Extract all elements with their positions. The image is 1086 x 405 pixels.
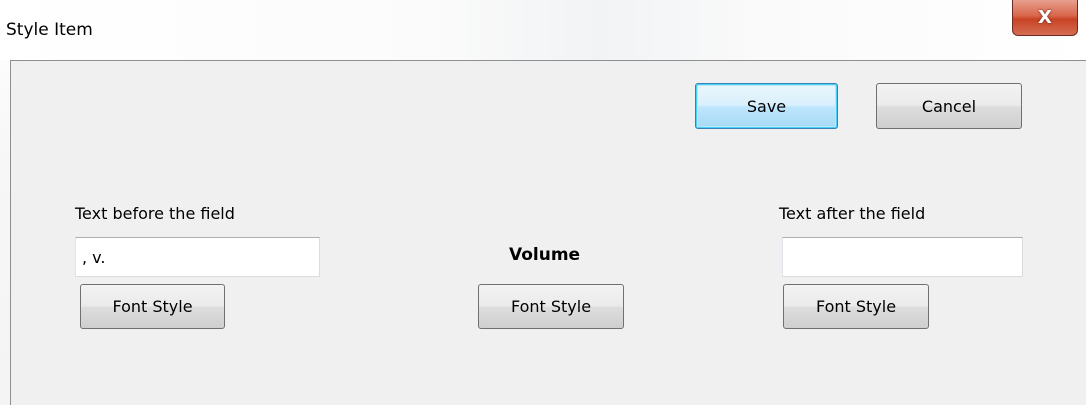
cancel-button[interactable]: Cancel: [876, 83, 1022, 129]
text-before-label: Text before the field: [75, 204, 235, 223]
dialog-body: Save Cancel Text before the field Font S…: [10, 60, 1086, 405]
before-font-style-label: Font Style: [112, 297, 193, 316]
close-button[interactable]: X: [1012, 0, 1078, 36]
before-font-style-button[interactable]: Font Style: [80, 284, 225, 329]
save-button-label: Save: [746, 96, 787, 116]
field-font-style-label: Font Style: [510, 297, 592, 316]
text-before-input[interactable]: [75, 237, 320, 277]
text-after-input[interactable]: [782, 237, 1023, 277]
style-item-dialog: Style Item X Save Cancel Text before the…: [0, 0, 1086, 405]
title-bar[interactable]: Style Item X: [0, 0, 1086, 60]
after-font-style-button[interactable]: Font Style: [783, 284, 929, 329]
field-name-label: Volume: [509, 245, 581, 265]
field-font-style-button[interactable]: Font Style: [478, 284, 624, 329]
window-title: Style Item: [6, 20, 93, 40]
text-after-label: Text after the field: [779, 204, 926, 223]
after-font-style-label: Font Style: [815, 297, 897, 316]
close-icon: X: [1038, 7, 1052, 28]
cancel-button-label: Cancel: [921, 96, 977, 116]
save-button[interactable]: Save: [695, 83, 838, 129]
